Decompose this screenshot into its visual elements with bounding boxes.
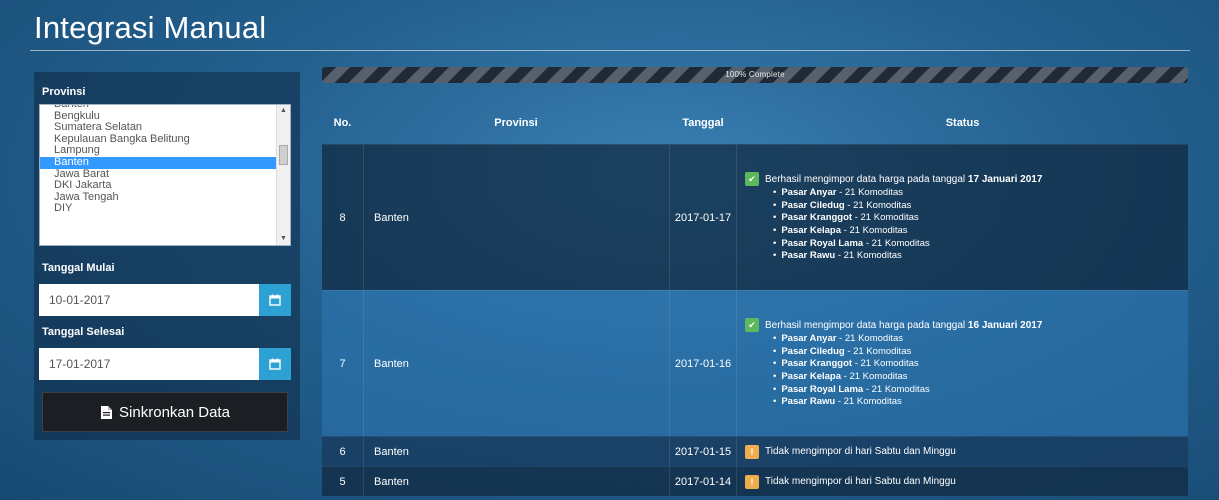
province-option[interactable]: Jawa Tengah	[40, 192, 276, 204]
market-list: Pasar Anyar - 21 Komoditas Pasar Ciledug…	[773, 187, 930, 263]
table-row: 7 Banten 2017-01-16 ✔ Berhasil mengimpor…	[322, 290, 1188, 436]
market-list: Pasar Anyar - 21 Komoditas Pasar Ciledug…	[773, 333, 930, 409]
row-status: ✔ Berhasil mengimpor data harga pada tan…	[737, 145, 1188, 290]
warning-icon: !	[745, 444, 759, 459]
list-item: Pasar Kranggot - 21 Komoditas	[773, 358, 930, 371]
row-date: 2017-01-14	[669, 467, 737, 496]
row-no: 8	[339, 211, 346, 224]
row-status: ! Tidak mengimpor di hari Sabtu dan Ming…	[737, 467, 1188, 496]
filter-panel: Provinsi Banten Bengkulu Sumatera Selatan K…	[34, 72, 300, 440]
list-item: Pasar Rawu - 21 Komoditas	[773, 396, 930, 409]
file-icon	[101, 405, 113, 419]
province-scrollbar[interactable]: ▲ ▼	[276, 105, 290, 245]
import-table-body: 8 Banten 2017-01-17 ✔ Berhasil mengimpor…	[322, 144, 1188, 496]
row-no: 6	[339, 445, 346, 458]
status-success: ✔ Berhasil mengimpor data harga pada tan…	[745, 318, 1043, 333]
progress-bar: 100% Complete	[322, 67, 1188, 83]
row-province: Banten	[363, 145, 669, 290]
province-option[interactable]: Kepulauan Bangka Belitung	[40, 134, 276, 146]
table-row: 8 Banten 2017-01-17 ✔ Berhasil mengimpor…	[322, 144, 1188, 290]
list-item: Pasar Kelapa - 21 Komoditas	[773, 371, 930, 384]
title-divider	[30, 50, 1190, 51]
province-option[interactable]: Bengkulu	[40, 111, 276, 123]
row-date: 2017-01-17	[669, 145, 737, 290]
province-label: Provinsi	[42, 86, 86, 98]
row-date: 2017-01-15	[669, 437, 737, 466]
status-date: 16 Januari 2017	[967, 319, 1043, 331]
end-date-field[interactable]: 17-01-2017	[39, 348, 291, 380]
row-no: 7	[339, 357, 346, 370]
header-status: Status	[945, 117, 980, 129]
status-text: Tidak mengimpor di hari Sabtu dan Minggu	[765, 476, 956, 487]
check-icon: ✔	[745, 172, 759, 187]
status-text: Berhasil mengimpor data harga pada tangg…	[765, 319, 966, 331]
row-status: ✔ Berhasil mengimpor data harga pada tan…	[737, 291, 1188, 436]
list-item: Pasar Royal Lama - 21 Komoditas	[773, 238, 929, 251]
province-option[interactable]: Jawa Barat	[40, 169, 276, 181]
status-success: ✔ Berhasil mengimpor data harga pada tan…	[745, 172, 1043, 187]
table-header: No. Provinsi Tanggal Status	[322, 102, 1188, 144]
start-date-input[interactable]: 10-01-2017	[39, 293, 259, 307]
scroll-up-icon[interactable]: ▲	[280, 107, 287, 115]
start-date-calendar-button[interactable]	[259, 284, 291, 316]
list-item: Pasar Ciledug - 21 Komoditas	[773, 346, 930, 359]
province-option[interactable]: Banten	[40, 105, 276, 111]
status-text: Tidak mengimpor di hari Sabtu dan Minggu	[765, 446, 956, 457]
province-option[interactable]: DIY	[40, 203, 276, 215]
header-date: Tanggal	[682, 117, 724, 129]
list-item: Pasar Kelapa - 21 Komoditas	[773, 225, 930, 238]
page-title: Integrasi Manual	[34, 10, 267, 45]
row-province: Banten	[363, 291, 669, 436]
end-date-calendar-button[interactable]	[259, 348, 291, 380]
list-item: Pasar Rawu - 21 Komoditas	[773, 250, 930, 263]
scrollbar-thumb[interactable]	[279, 145, 288, 165]
list-item: Pasar Kranggot - 21 Komoditas	[773, 212, 930, 225]
province-option[interactable]: Banten	[40, 156, 278, 169]
table-row: 6 Banten 2017-01-15 ! Tidak mengimpor di…	[322, 436, 1188, 466]
start-date-field[interactable]: 10-01-2017	[39, 284, 291, 316]
list-item: Pasar Ciledug - 21 Komoditas	[773, 200, 930, 213]
province-options: Banten Bengkulu Sumatera Selatan Kepulauan …	[40, 105, 278, 215]
row-status: ! Tidak mengimpor di hari Sabtu dan Ming…	[737, 437, 1188, 466]
status-text: Berhasil mengimpor data harga pada tangg…	[765, 173, 966, 185]
list-item: Pasar Anyar - 21 Komoditas	[773, 187, 930, 200]
scroll-down-icon[interactable]: ▼	[280, 235, 287, 243]
table-row: 5 Banten 2017-01-14 ! Tidak mengimpor di…	[322, 466, 1188, 496]
header-province: Provinsi	[494, 117, 538, 129]
end-date-label: Tanggal Selesai	[42, 326, 125, 338]
row-province: Banten	[363, 467, 669, 496]
check-icon: ✔	[745, 318, 759, 333]
row-no: 5	[339, 475, 346, 488]
sync-data-button[interactable]: Sinkronkan Data	[42, 392, 288, 432]
warning-icon: !	[745, 474, 759, 489]
province-option[interactable]: Lampung	[40, 145, 276, 157]
progress-text: 100% Complete	[725, 70, 785, 79]
list-item: Pasar Royal Lama - 21 Komoditas	[773, 384, 929, 397]
end-date-input[interactable]: 17-01-2017	[39, 357, 259, 371]
province-option[interactable]: Sumatera Selatan	[40, 122, 276, 134]
list-item: Pasar Anyar - 21 Komoditas	[773, 333, 930, 346]
status-warning: ! Tidak mengimpor di hari Sabtu dan Ming…	[745, 444, 956, 459]
start-date-label: Tanggal Mulai	[42, 262, 115, 274]
province-listbox[interactable]: Banten Bengkulu Sumatera Selatan Kepulauan …	[39, 104, 291, 246]
sync-data-label: Sinkronkan Data	[119, 403, 230, 421]
row-date: 2017-01-16	[669, 291, 737, 436]
header-no: No.	[333, 117, 352, 129]
province-option[interactable]: DKI Jakarta	[40, 180, 276, 192]
calendar-icon	[269, 358, 281, 370]
status-date: 17 Januari 2017	[967, 173, 1043, 185]
row-province: Banten	[363, 437, 669, 466]
calendar-icon	[269, 294, 281, 306]
status-warning: ! Tidak mengimpor di hari Sabtu dan Ming…	[745, 474, 956, 489]
